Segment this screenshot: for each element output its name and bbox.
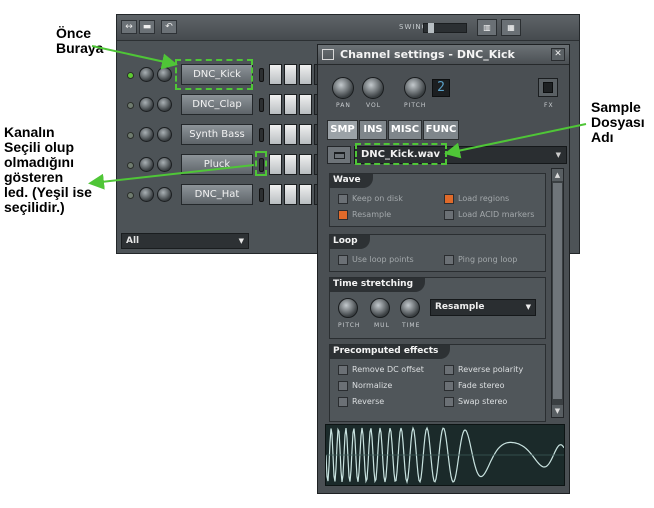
annotation-arrows: [88, 45, 587, 190]
